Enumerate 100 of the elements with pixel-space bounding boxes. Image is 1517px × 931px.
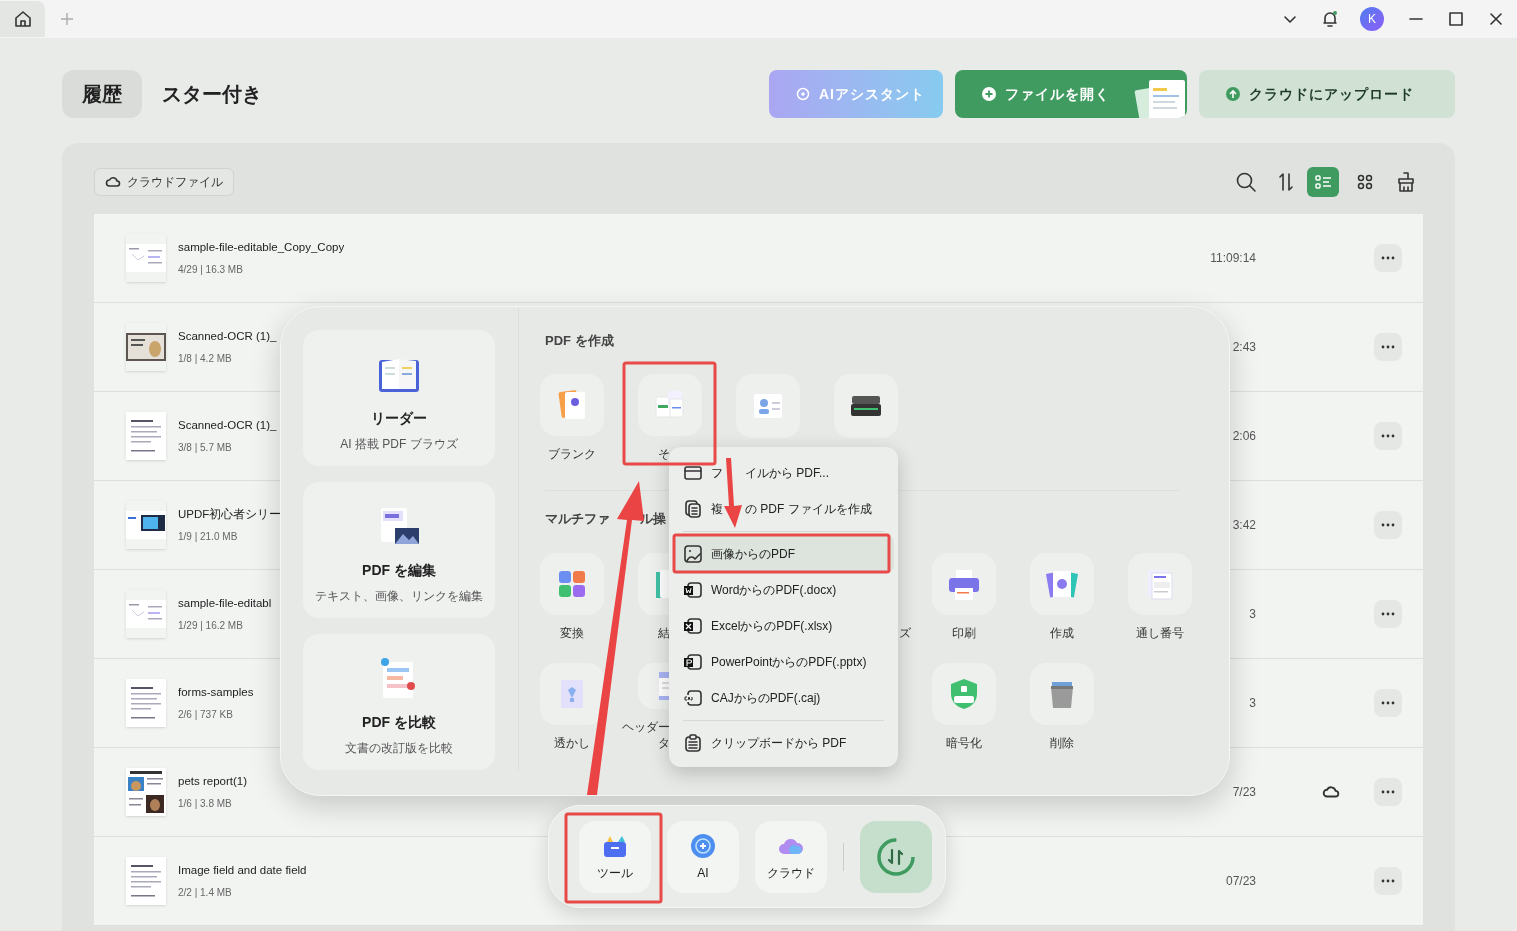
list-icon bbox=[1314, 173, 1332, 191]
broom-icon[interactable] bbox=[1395, 171, 1417, 193]
tool-card-title: PDF を比較 bbox=[362, 713, 436, 732]
tool-label: 変換 bbox=[560, 625, 584, 641]
tab[interactable]: 履歴 bbox=[62, 70, 142, 118]
more-icon bbox=[1381, 434, 1395, 438]
menu-item[interactable]: ExcelからのPDF(.xlsx) bbox=[673, 608, 894, 644]
tool-tile[interactable] bbox=[540, 553, 604, 615]
file-name[interactable]: Scanned-OCR (1)_ bbox=[178, 328, 277, 346]
tool-tile[interactable] bbox=[834, 374, 898, 438]
section-heading: PDF を作成 bbox=[544, 332, 615, 351]
more-button[interactable] bbox=[1374, 867, 1402, 895]
ppt-icon bbox=[683, 652, 703, 672]
tool-tile[interactable] bbox=[540, 374, 604, 436]
file-name[interactable]: UPDF初心者シリー bbox=[178, 506, 282, 524]
tool-card[interactable]: リーダー AI 搭載 PDF ブラウズ bbox=[303, 330, 495, 466]
file-info: 1/29 | 16.2 MB bbox=[178, 618, 244, 633]
annotation-arrow bbox=[724, 458, 742, 528]
more-icon bbox=[1381, 612, 1395, 616]
more-button[interactable] bbox=[1374, 333, 1402, 361]
excel-icon bbox=[683, 616, 703, 636]
plus-circle-icon bbox=[981, 86, 997, 102]
tool-tile[interactable] bbox=[540, 663, 604, 725]
dock-item[interactable]: クラウド bbox=[755, 820, 827, 893]
dock-item[interactable]: ツール bbox=[579, 820, 651, 893]
file-info: 4/29 | 16.3 MB bbox=[178, 262, 244, 277]
tool-label: 結 bbox=[657, 625, 670, 641]
tool-label: 透かし bbox=[554, 735, 590, 751]
avatar[interactable]: K bbox=[1360, 7, 1384, 31]
image-icon bbox=[683, 544, 703, 564]
tool-label: 作成 bbox=[1050, 625, 1074, 641]
tool-tile[interactable] bbox=[1030, 663, 1094, 725]
tool-tile[interactable] bbox=[932, 553, 996, 615]
tool-tile[interactable] bbox=[638, 374, 702, 436]
tab[interactable]: スター付き bbox=[142, 70, 282, 118]
file-name[interactable]: pets report(1) bbox=[178, 773, 248, 791]
menu-item[interactable]: WordからのPDF(.docx) bbox=[673, 572, 894, 608]
file-info: 1/9 | 21.0 MB bbox=[178, 529, 239, 544]
menu-item[interactable]: 画像からのPDF bbox=[673, 536, 894, 572]
bell-icon[interactable] bbox=[1320, 9, 1340, 29]
file-info: 2/6 | 737 KB bbox=[178, 707, 234, 722]
more-button[interactable] bbox=[1374, 778, 1402, 806]
upload-button[interactable]: クラウドにアップロード bbox=[1199, 70, 1455, 118]
sync-button[interactable] bbox=[860, 820, 932, 893]
menu-item[interactable]: 複 の PDF ファイルを作成 bbox=[673, 491, 894, 527]
file-thumbnail bbox=[126, 679, 166, 727]
tool-tile[interactable] bbox=[1128, 553, 1192, 615]
search-icon[interactable] bbox=[1235, 171, 1257, 193]
tool-label: ヘッダータ bbox=[621, 719, 670, 751]
tool-tile[interactable] bbox=[1030, 553, 1094, 615]
home-tab[interactable] bbox=[0, 1, 45, 37]
tool-tile[interactable] bbox=[736, 374, 800, 438]
file-time: 7/23 bbox=[1232, 784, 1256, 801]
file-info: 1/8 | 4.2 MB bbox=[178, 351, 233, 366]
file-time: 3 bbox=[1249, 695, 1256, 712]
file-thumbnail bbox=[126, 857, 166, 905]
file-thumbnail bbox=[126, 412, 166, 460]
more-icon bbox=[1381, 256, 1395, 260]
clipboard-icon bbox=[683, 733, 703, 753]
section-heading: ル操 bbox=[640, 510, 666, 529]
word-icon bbox=[683, 580, 703, 600]
more-button[interactable] bbox=[1374, 600, 1402, 628]
menu-item[interactable]: CAJからのPDF(.caj) bbox=[673, 680, 894, 716]
menu-item[interactable]: クリップボードから PDF bbox=[673, 725, 894, 761]
file-time: 2:43 bbox=[1232, 339, 1256, 356]
file-time: 2:06 bbox=[1232, 428, 1256, 445]
cloud-files-chip[interactable]: クラウドファイル bbox=[94, 168, 234, 196]
menu-item[interactable]: PowerPointからのPDF(.pptx) bbox=[673, 644, 894, 680]
more-button[interactable] bbox=[1374, 244, 1402, 272]
more-button[interactable] bbox=[1374, 511, 1402, 539]
tool-card-subtitle: AI 搭載 PDF ブラウズ bbox=[340, 436, 458, 453]
file-time: 3 bbox=[1249, 606, 1256, 623]
file-name[interactable]: Image field and date field bbox=[178, 862, 307, 880]
file-name[interactable]: sample-file-editabl bbox=[178, 595, 272, 613]
plus-icon[interactable] bbox=[59, 11, 75, 27]
more-icon bbox=[1381, 523, 1395, 527]
dock-item[interactable]: AI bbox=[667, 820, 739, 893]
tool-tile[interactable] bbox=[932, 663, 996, 725]
tool-label: 通し番号 bbox=[1136, 625, 1184, 641]
tool-card-subtitle: テキスト、画像、リンクを編集 bbox=[315, 588, 483, 605]
tool-label: 削除 bbox=[1050, 735, 1074, 751]
file-thumbnail bbox=[126, 768, 166, 816]
cloud-icon bbox=[105, 174, 121, 190]
file-info: 3/8 | 5.7 MB bbox=[178, 440, 233, 455]
maximize-icon[interactable] bbox=[1448, 11, 1464, 27]
file-name[interactable]: sample-file-editable_Copy_Copy bbox=[178, 239, 345, 257]
ai-icon bbox=[689, 831, 717, 860]
more-icon bbox=[1381, 701, 1395, 705]
file-time: 07/23 bbox=[1225, 873, 1256, 890]
file-name[interactable]: forms-samples bbox=[178, 684, 254, 702]
file-time: 11:09:14 bbox=[1210, 250, 1256, 267]
more-button[interactable] bbox=[1374, 689, 1402, 717]
menu-item[interactable]: フ イルから PDF... bbox=[673, 455, 894, 491]
tool-label: ブランク bbox=[548, 446, 596, 462]
more-button[interactable] bbox=[1374, 422, 1402, 450]
tool-card[interactable]: PDF を編集 テキスト、画像、リンクを編集 bbox=[303, 482, 495, 618]
close-icon[interactable] bbox=[1488, 11, 1504, 27]
list-view-button[interactable] bbox=[1307, 167, 1339, 197]
tool-card[interactable]: PDF を比較 文書の改訂版を比較 bbox=[303, 634, 495, 770]
file-name[interactable]: Scanned-OCR (1)_ bbox=[178, 417, 277, 435]
